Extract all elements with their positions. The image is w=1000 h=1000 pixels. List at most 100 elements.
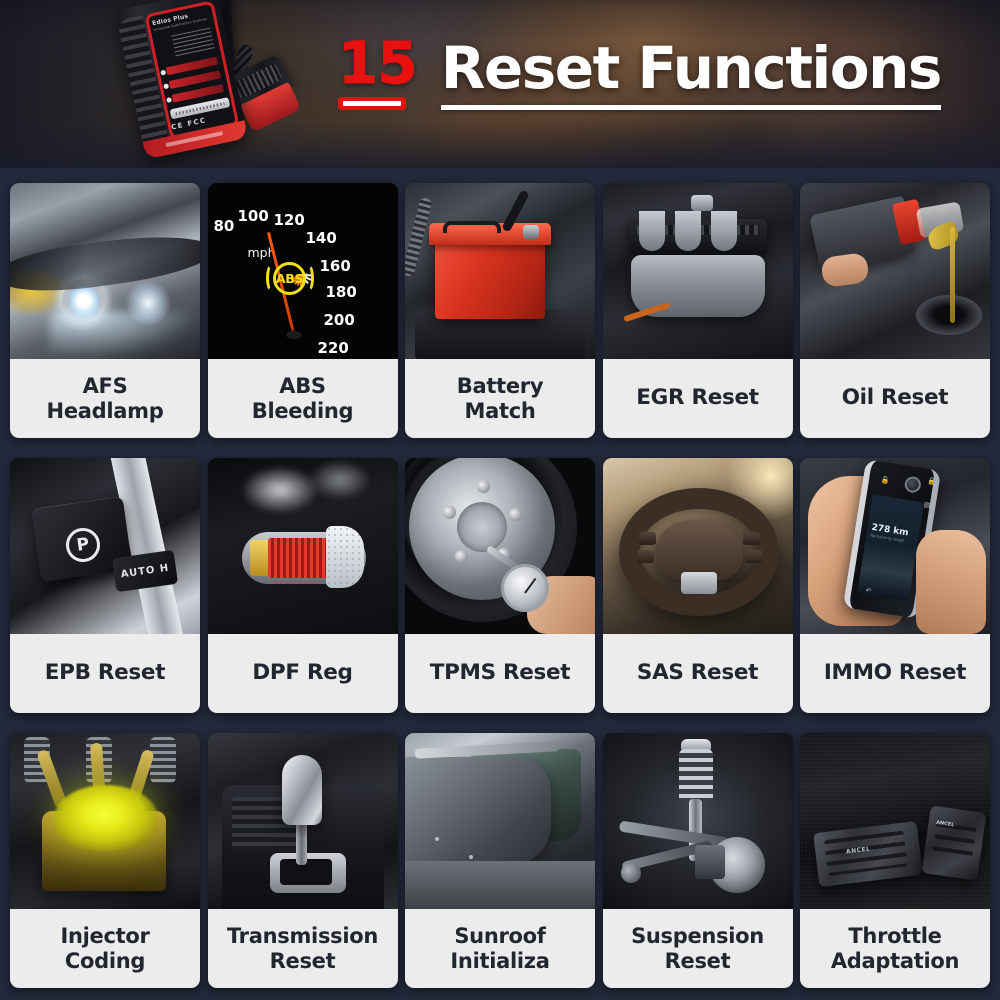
gauge-hub bbox=[285, 331, 302, 339]
intake-runner bbox=[638, 211, 665, 251]
gauge-tick-label: 100 bbox=[237, 207, 269, 225]
card-label-epb-reset: EPB Reset bbox=[10, 634, 200, 713]
car-roof-body bbox=[405, 861, 595, 909]
oil-pouring-icon bbox=[800, 183, 990, 359]
hand bbox=[820, 251, 870, 289]
card-image-sas-reset bbox=[602, 458, 793, 634]
fingers bbox=[916, 530, 986, 634]
steering-control-button bbox=[744, 550, 762, 563]
function-card-tpms-reset[interactable]: TPMS Reset bbox=[405, 458, 595, 713]
sunroof-icon bbox=[405, 733, 595, 909]
card-image-tpms-reset bbox=[405, 458, 595, 634]
card-label-afs-headlamp: AFS Headlamp bbox=[10, 359, 200, 438]
card-label-throttle-adaptation: Throttle Adaptation bbox=[800, 909, 990, 988]
card-label-injector-coding: Injector Coding bbox=[10, 909, 200, 988]
shifter-shaft bbox=[295, 819, 307, 865]
panel-detail-dot bbox=[435, 837, 439, 841]
tire-pressure-icon bbox=[405, 458, 595, 634]
engine-bay-icon bbox=[602, 183, 793, 359]
lug-nut bbox=[509, 508, 522, 521]
function-card-sunroof-initializa[interactable]: Sunroof Initializa bbox=[405, 733, 595, 988]
card-image-afs-headlamp bbox=[10, 183, 200, 359]
gauge-tick-label: 200 bbox=[323, 311, 355, 329]
wheel-hub bbox=[457, 502, 507, 552]
function-card-transmission-reset[interactable]: Transmission Reset bbox=[207, 733, 398, 988]
obd-scanner-device-image: Edios Plus Universal Automotive Scanner … bbox=[96, 0, 328, 168]
dpf-filter-icon bbox=[207, 458, 398, 634]
function-card-dpf-reg[interactable]: DPF Reg bbox=[207, 458, 398, 713]
title-number-block: 15 bbox=[338, 29, 419, 111]
smart-key-icon: 🔓 🔒 ▤ 278 km Remaining range ↶ bbox=[800, 458, 990, 634]
shifter-gate bbox=[269, 853, 346, 893]
auto-hold-label: AUTO H bbox=[120, 562, 170, 580]
function-card-epb-reset[interactable]: P AUTO H EPB Reset bbox=[10, 458, 200, 713]
card-label-transmission-reset: Transmission Reset bbox=[207, 909, 398, 988]
function-card-sas-reset[interactable]: SAS Reset bbox=[602, 458, 793, 713]
title-number-underline bbox=[338, 97, 406, 111]
gauge-tick-label: 80 bbox=[213, 217, 235, 235]
function-card-immo-reset[interactable]: 🔓 🔒 ▤ 278 km Remaining range ↶ IMMO Rese… bbox=[800, 458, 990, 713]
function-card-egr-reset[interactable]: EGR Reset bbox=[602, 183, 793, 438]
device-led-indicator bbox=[160, 69, 166, 76]
intake-runner bbox=[710, 211, 737, 251]
card-label-dpf-reg: DPF Reg bbox=[207, 634, 398, 713]
card-image-dpf-reg bbox=[207, 458, 398, 634]
intake-runner bbox=[674, 211, 701, 251]
title-words: Reset Functions bbox=[440, 34, 943, 102]
card-label-suspension-reset: Suspension Reset bbox=[602, 909, 793, 988]
abs-icon-arc-right bbox=[303, 264, 314, 292]
device-led-indicator bbox=[166, 97, 172, 103]
back-arrow-icon: ↶ bbox=[864, 586, 873, 596]
key-fob-screen bbox=[857, 494, 925, 602]
abs-warning-icon: ABS bbox=[265, 261, 314, 295]
steering-control-button bbox=[636, 550, 654, 563]
card-image-transmission-reset bbox=[207, 733, 398, 909]
card-image-injector-coding bbox=[10, 733, 200, 909]
steering-wheel-spoke bbox=[680, 572, 717, 594]
card-image-throttle-adaptation: ANCEL ANCEL bbox=[800, 733, 990, 909]
title-number: 15 bbox=[338, 29, 419, 97]
battery-handle bbox=[443, 221, 501, 233]
steering-control-button bbox=[638, 532, 656, 545]
coil-spring bbox=[678, 749, 713, 803]
card-label-battery-match: Battery Match bbox=[405, 359, 595, 438]
pressure-gauge-icon bbox=[501, 564, 549, 612]
function-card-suspension-reset[interactable]: Suspension Reset bbox=[602, 733, 793, 988]
steering-wheel-hub bbox=[654, 520, 743, 580]
trunk-icon: ▤ bbox=[923, 500, 931, 510]
panel-detail-dot bbox=[469, 855, 473, 859]
title-words-underline bbox=[440, 105, 941, 111]
card-label-immo-reset: IMMO Reset bbox=[800, 634, 990, 713]
oil-filler-opening bbox=[916, 295, 982, 335]
abs-icon-arc-left bbox=[265, 264, 277, 292]
car-pedals-icon: ANCEL ANCEL bbox=[800, 733, 990, 909]
accelerator-pedal-pad bbox=[921, 805, 987, 881]
card-image-abs-bleeding: 80 100 120 140 160 180 200 220 mph ABS bbox=[207, 183, 398, 359]
oil-stream bbox=[950, 227, 955, 323]
function-card-throttle-adaptation[interactable]: ANCEL ANCEL Throttle Adaptation bbox=[800, 733, 990, 988]
card-label-sas-reset: SAS Reset bbox=[602, 634, 793, 713]
card-image-oil-reset bbox=[800, 183, 990, 359]
lock-icon: 🔒 bbox=[926, 476, 937, 487]
lug-nut bbox=[443, 506, 456, 519]
card-image-battery-match bbox=[405, 183, 595, 359]
lug-nut bbox=[477, 480, 490, 493]
function-card-abs-bleeding[interactable]: 80 100 120 140 160 180 200 220 mph ABS A… bbox=[207, 183, 398, 438]
headlamp-icon bbox=[10, 183, 200, 359]
card-image-epb-reset: P AUTO H bbox=[10, 458, 200, 634]
gauge-tick-label: 160 bbox=[319, 257, 351, 275]
suspension-assembly-icon bbox=[602, 733, 793, 909]
function-card-battery-match[interactable]: Battery Match bbox=[405, 183, 595, 438]
car-battery-icon bbox=[405, 183, 595, 359]
oil-filler-cap bbox=[690, 195, 713, 211]
function-card-afs-headlamp[interactable]: AFS Headlamp bbox=[10, 183, 200, 438]
abs-icon-label: ABS bbox=[273, 261, 306, 295]
steering-wheel-icon bbox=[602, 458, 793, 634]
shifter-knob bbox=[281, 755, 322, 825]
page-title: 15 Reset Functions bbox=[338, 29, 943, 111]
ball-joint bbox=[620, 863, 641, 883]
gear-shifter-icon bbox=[207, 733, 398, 909]
card-image-immo-reset: 🔓 🔒 ▤ 278 km Remaining range ↶ bbox=[800, 458, 990, 634]
function-card-injector-coding[interactable]: Injector Coding bbox=[10, 733, 200, 988]
function-card-oil-reset[interactable]: Oil Reset bbox=[800, 183, 990, 438]
